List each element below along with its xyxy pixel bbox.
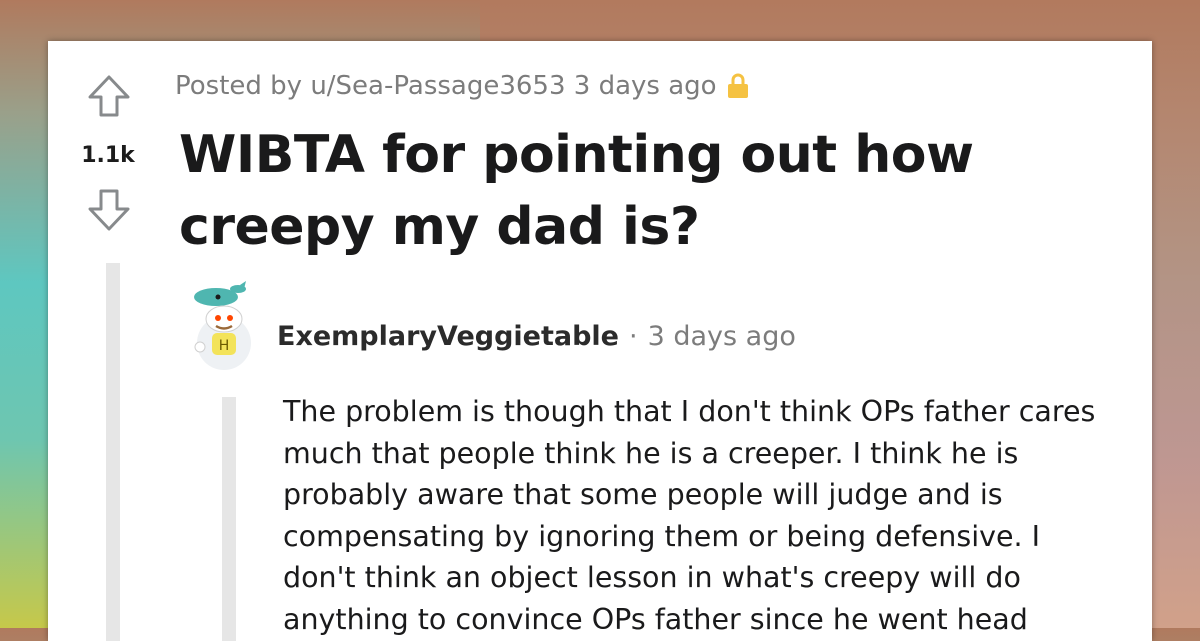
lock-icon (727, 73, 748, 98)
comment-avatar[interactable]: H (186, 281, 262, 371)
comment-author[interactable]: ExemplaryVeggietable (277, 321, 619, 352)
posted-by-text[interactable]: Posted by u/Sea-Passage3653 3 days ago (175, 71, 717, 101)
comment-body: The problem is though that I don't think… (283, 395, 1096, 636)
svg-text:H: H (219, 338, 230, 354)
separator-dot: · (629, 321, 638, 352)
post-card: 1.1k Posted by u/Sea-Passage3653 3 days … (48, 41, 1152, 641)
comment-thread-line[interactable] (222, 397, 236, 641)
post-title[interactable]: WIBTA for pointing out how creepy my dad… (179, 119, 1109, 263)
thread-collapse-line[interactable] (106, 263, 120, 641)
post-meta: Posted by u/Sea-Passage3653 3 days ago (175, 71, 749, 101)
comment-header: ExemplaryVeggietable · 3 days ago (277, 321, 796, 352)
upvote-arrow-icon[interactable] (86, 73, 132, 119)
snoo-avatar-icon: H (194, 281, 251, 370)
vote-score: 1.1k (81, 143, 135, 168)
comment-timestamp[interactable]: 3 days ago (648, 321, 796, 352)
downvote-arrow-icon[interactable] (86, 187, 132, 233)
